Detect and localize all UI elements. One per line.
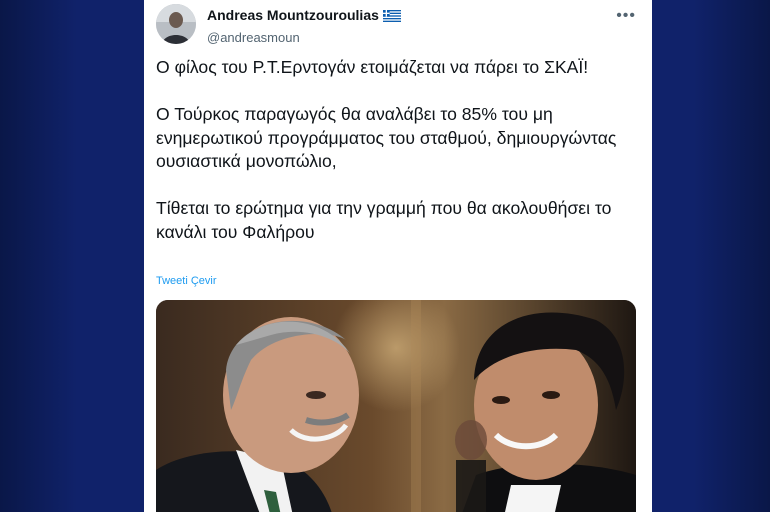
avatar[interactable]	[156, 4, 196, 44]
tweet-paragraph: Τίθεται το ερώτημα για την γραμμή που θα…	[156, 198, 612, 242]
tweet-photo[interactable]	[156, 300, 636, 512]
tweet-text: Ο φίλος του Ρ.Τ.Ερντογάν ετοιμάζεται να …	[156, 56, 636, 244]
tweet-paragraph: Ο φίλος του Ρ.Τ.Ερντογάν ετοιμάζεται να …	[156, 57, 589, 77]
user-names: Andreas Mountzouroulias @andreasmoun	[207, 7, 401, 46]
tweet-card[interactable]: Andreas Mountzouroulias @andreasmoun •••…	[144, 0, 652, 512]
more-options-icon[interactable]: •••	[616, 8, 636, 24]
tweet-paragraph: Ο Τούρκος παραγωγός θα αναλάβει το 85% τ…	[156, 104, 617, 171]
greece-flag-icon	[382, 9, 401, 26]
photo-two-men-smiling	[156, 300, 636, 512]
translate-tweet-link[interactable]: Tweeti Çevir	[156, 275, 217, 287]
user-handle[interactable]: @andreasmoun	[207, 29, 401, 46]
display-name-text[interactable]: Andreas Mountzouroulias	[207, 7, 379, 23]
display-name[interactable]: Andreas Mountzouroulias	[207, 7, 401, 26]
page-background: Andreas Mountzouroulias @andreasmoun •••…	[0, 0, 770, 512]
tweet-header: Andreas Mountzouroulias @andreasmoun •••	[156, 4, 640, 48]
